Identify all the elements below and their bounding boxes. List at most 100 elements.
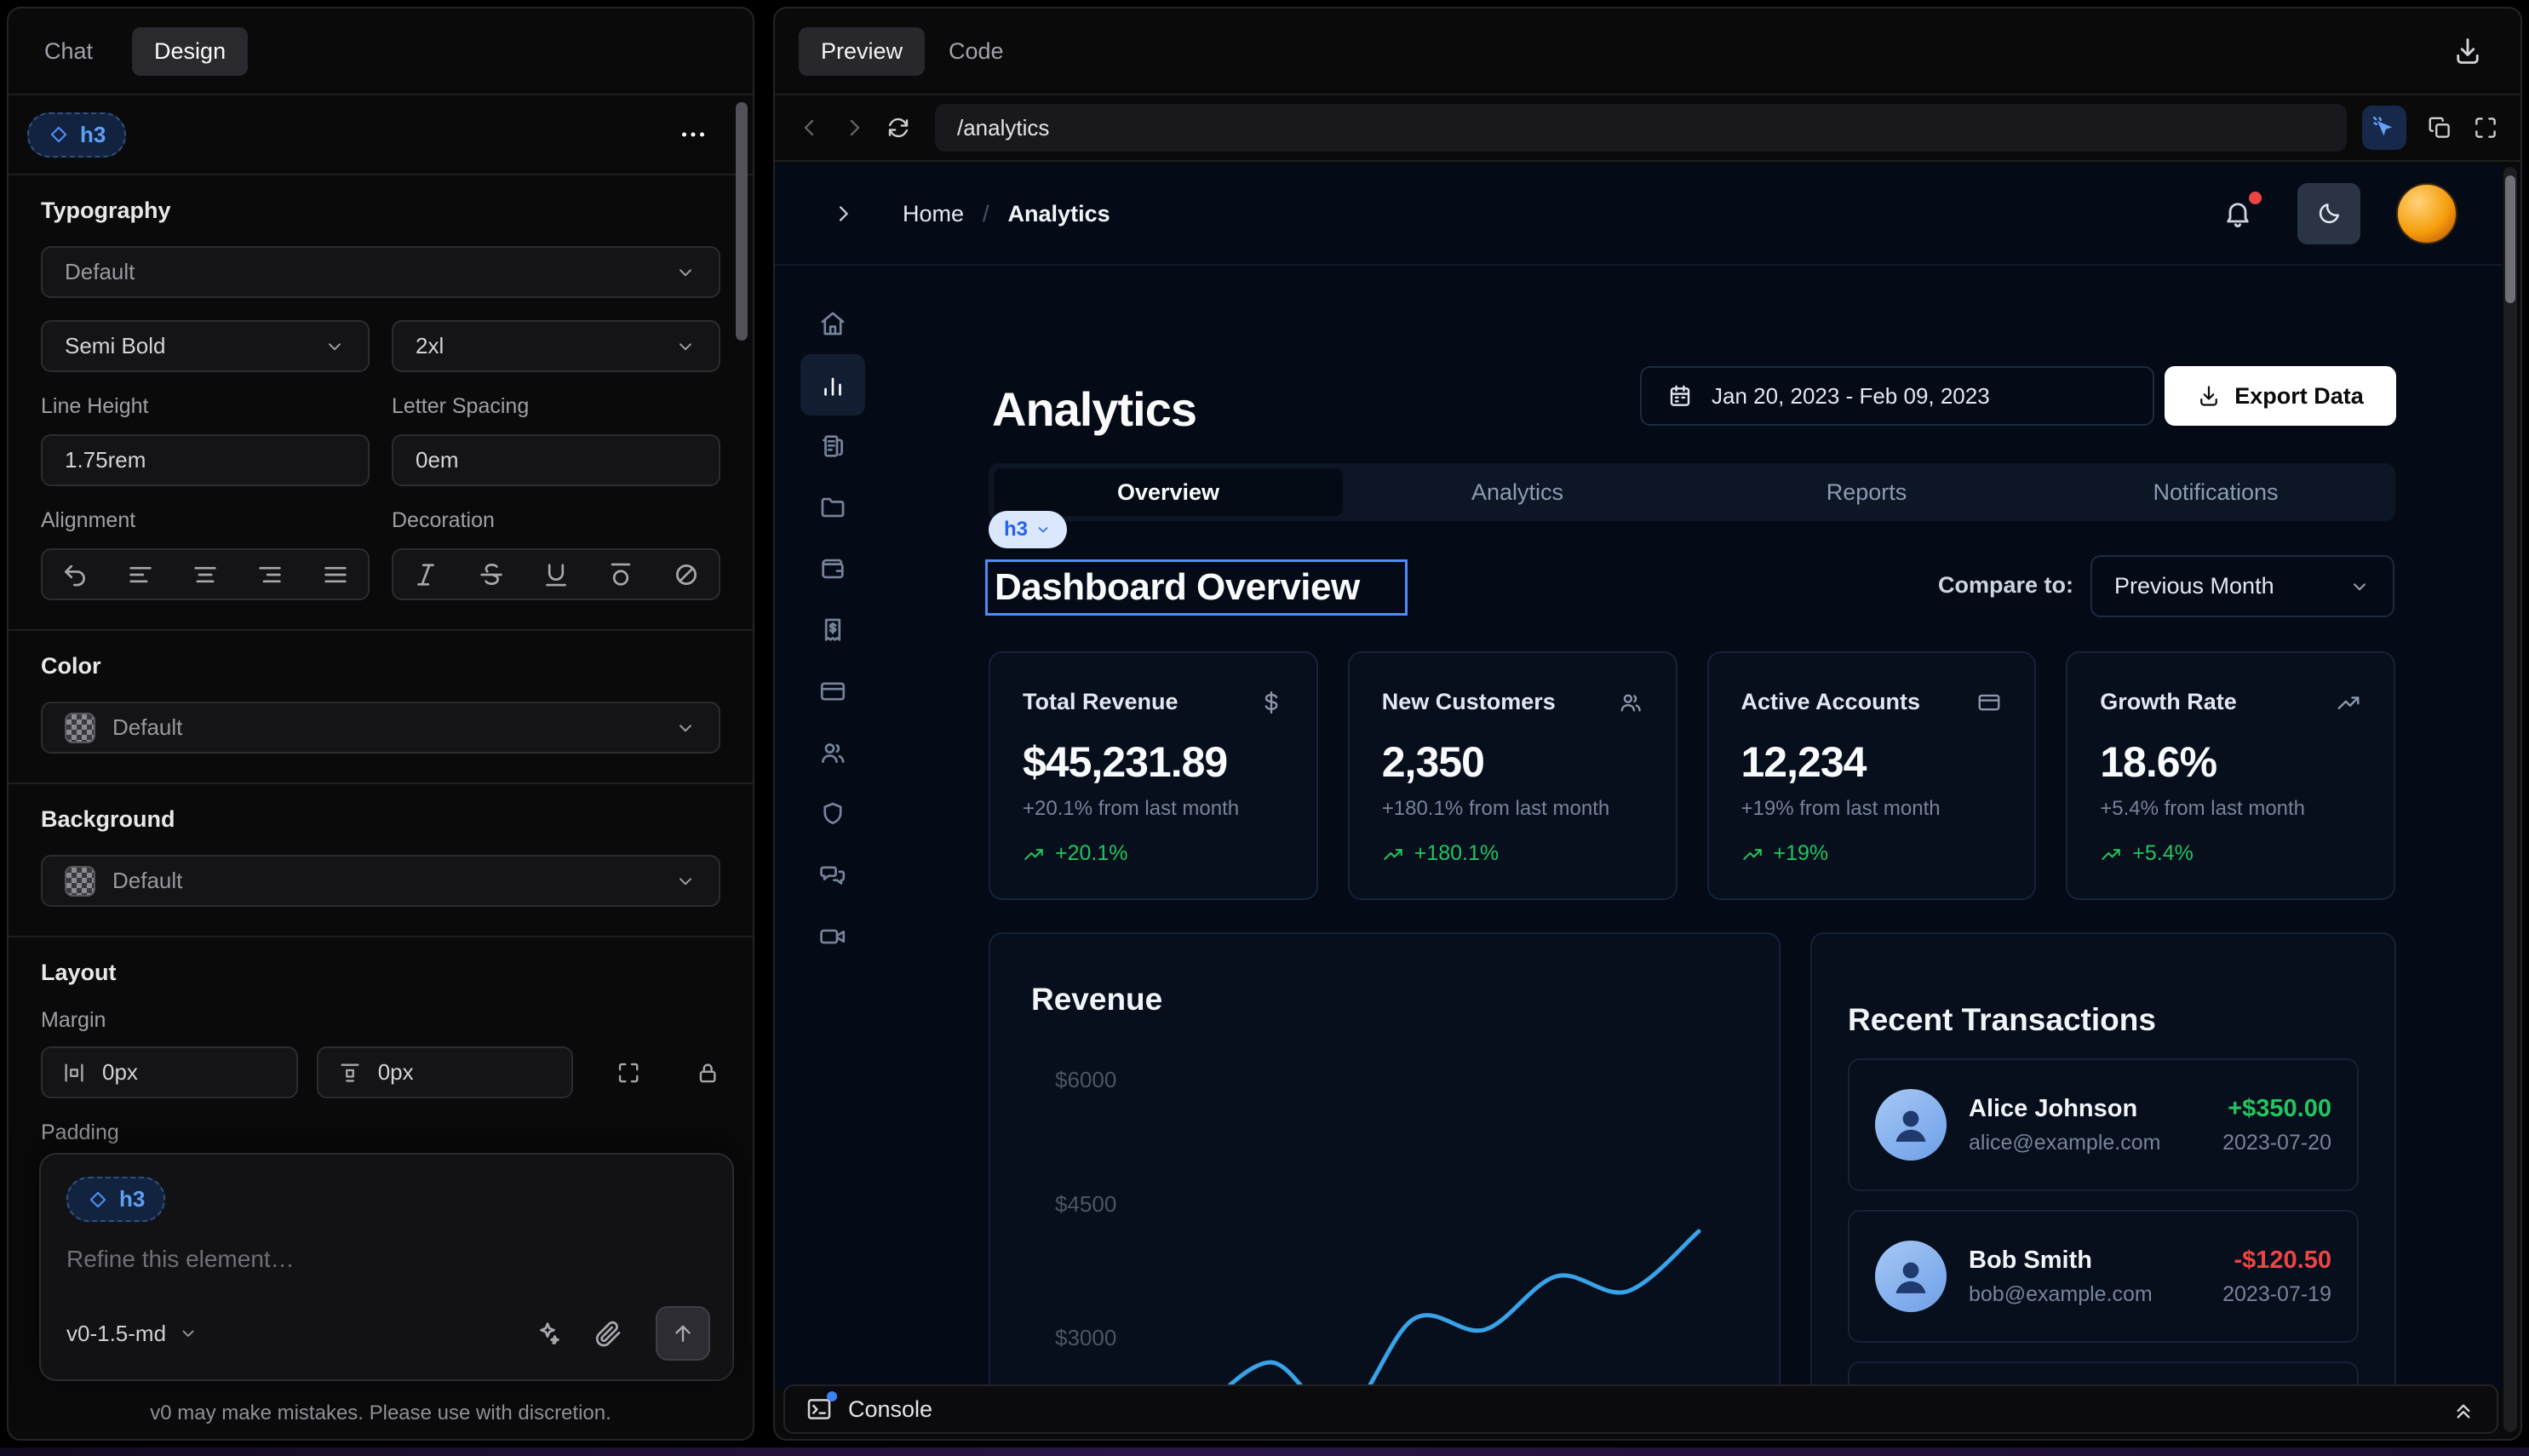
stat-title: Total Revenue [1023, 689, 1178, 715]
undo-icon[interactable] [60, 560, 89, 589]
date-range-button[interactable]: Jan 20, 2023 - Feb 09, 2023 [1640, 366, 2154, 426]
send-button[interactable] [656, 1306, 710, 1361]
margin-input[interactable]: 0px [41, 1046, 298, 1098]
chevron-down-icon [674, 870, 697, 892]
selected-element-chip[interactable]: h3 [27, 112, 126, 158]
margin-input[interactable]: 0px [317, 1046, 574, 1098]
line-height-input[interactable]: 1.75rem [41, 434, 370, 486]
back-icon[interactable] [797, 115, 823, 140]
composer-element-chip[interactable]: h3 [66, 1177, 165, 1222]
attach-icon[interactable] [594, 1319, 623, 1348]
transaction-email: bob@example.com [1969, 1282, 2200, 1307]
model-name: v0-1.5-md [66, 1321, 166, 1347]
expand-console-icon[interactable] [2451, 1396, 2476, 1422]
app-content: Analytics Jan 20, 2023 - Feb 09, 2023 Ex… [989, 163, 2396, 1390]
sidebar-item-invoices[interactable] [800, 416, 865, 477]
stat-card-header: New Customers [1382, 689, 1643, 715]
stat-card: Total Revenue$45,231.89+20.1% from last … [989, 651, 1318, 900]
color-section-label: Color [41, 653, 720, 679]
console-status-dot [827, 1391, 837, 1402]
decoration-label: Decoration [392, 508, 720, 533]
sidebar-item-folder[interactable] [800, 477, 865, 538]
strikethrough-icon[interactable] [477, 560, 506, 589]
dashboard-tab-analytics[interactable]: Analytics [1343, 468, 1692, 516]
tab-preview[interactable]: Preview [799, 27, 925, 76]
tab-design[interactable]: Design [132, 27, 248, 76]
recent-transactions-card: Recent Transactions Alice Johnsonalice@e… [1810, 932, 2396, 1390]
expand-icon[interactable] [616, 1059, 641, 1086]
transaction-name: Bob Smith [1969, 1247, 2200, 1275]
composer-chip-label: h3 [119, 1186, 145, 1212]
sidebar-item-shield[interactable] [800, 783, 865, 845]
more-options-icon[interactable] [678, 119, 708, 150]
sidebar-item-messages[interactable] [800, 845, 865, 906]
align-right-icon[interactable] [255, 560, 284, 589]
transaction-email: alice@example.com [1969, 1131, 2200, 1155]
tab-code[interactable]: Code [949, 38, 1004, 65]
dashboard-tab-notifications[interactable]: Notifications [2041, 468, 2390, 516]
sparkles-icon[interactable] [533, 1319, 562, 1348]
font-family-select[interactable]: Default [41, 246, 720, 298]
typography-section-label: Typography [41, 198, 720, 224]
console-bar[interactable]: Console [783, 1384, 2498, 1434]
revenue-chart-card: Revenue $6000 $4500 $3000 [989, 932, 1781, 1390]
font-weight-select[interactable]: Semi Bold [41, 320, 370, 372]
scrollbar-thumb[interactable] [2505, 175, 2515, 303]
disclaimer-text: v0 may make mistakes. Please use with di… [9, 1402, 753, 1425]
underline-icon[interactable] [542, 560, 571, 589]
page-title: Analytics [992, 381, 1196, 437]
avatar[interactable] [2396, 183, 2457, 244]
background-select[interactable]: Default [41, 855, 720, 907]
align-justify-icon[interactable] [321, 560, 350, 589]
design-panel-body: Typography Default Semi Bold 2xl Line He… [9, 198, 753, 1211]
sidebar-item-wallet[interactable] [800, 538, 865, 599]
transaction-row[interactable]: Bob Smithbob@example.com-$120.502023-07-… [1848, 1210, 2359, 1343]
divider [9, 629, 753, 631]
dashboard-tab-reports[interactable]: Reports [1692, 468, 2041, 516]
selected-element-overlay-chip[interactable]: h3 [989, 511, 1067, 548]
sidebar-item-credit-card[interactable] [800, 661, 865, 722]
app-sidebar-rail [775, 266, 891, 967]
stat-card-header: Total Revenue [1023, 689, 1284, 715]
composer-input[interactable]: Refine this element… [66, 1246, 707, 1273]
dashboard-tab-overview[interactable]: Overview [994, 468, 1343, 516]
export-data-button[interactable]: Export Data [2165, 366, 2396, 426]
avatar [1875, 1089, 1947, 1161]
model-selector[interactable]: v0-1.5-md [66, 1321, 198, 1347]
breadcrumb-home[interactable]: Home [903, 201, 964, 227]
download-icon[interactable] [2452, 36, 2483, 66]
sidebar-item-users[interactable] [800, 722, 865, 783]
align-center-icon[interactable] [191, 560, 220, 589]
url-input[interactable]: /analytics [935, 104, 2347, 152]
element-selection-outline[interactable]: Dashboard Overview [985, 559, 1408, 616]
transaction-date: 2023-07-19 [2222, 1282, 2331, 1307]
stat-trend: +5.4% [2100, 841, 2361, 866]
overline-icon[interactable] [606, 560, 635, 589]
sidebar-item-receipt[interactable] [800, 599, 865, 661]
align-left-icon[interactable] [126, 560, 155, 589]
sidebar-toggle-icon[interactable] [831, 202, 855, 226]
sidebar-item-home[interactable] [800, 293, 865, 354]
color-select[interactable]: Default [41, 702, 720, 754]
compare-select[interactable]: Previous Month [2090, 555, 2394, 617]
sidebar-item-bar-chart[interactable] [800, 354, 865, 416]
tab-chat[interactable]: Chat [44, 38, 93, 65]
refresh-icon[interactable] [886, 115, 911, 140]
preview-scrollbar[interactable] [2503, 167, 2517, 1432]
lock-icon[interactable] [695, 1059, 720, 1086]
font-size-select[interactable]: 2xl [392, 320, 720, 372]
transaction-row[interactable]: Alice Johnsonalice@example.com+$350.0020… [1848, 1058, 2359, 1191]
chevron-down-icon [178, 1323, 198, 1344]
alignment-toolgroup [41, 548, 370, 600]
copy-icon[interactable] [2427, 115, 2452, 140]
alignment-label: Alignment [41, 508, 370, 533]
italic-icon[interactable] [411, 560, 440, 589]
fullscreen-icon[interactable] [2473, 115, 2498, 140]
letter-spacing-input[interactable]: 0em [392, 434, 720, 486]
font-family-value: Default [65, 259, 674, 285]
circle-slash-icon[interactable] [672, 560, 701, 589]
panel-scrollbar[interactable] [736, 102, 748, 341]
sidebar-item-video[interactable] [800, 906, 865, 967]
forward-icon[interactable] [841, 115, 867, 140]
select-element-tool[interactable] [2362, 106, 2406, 150]
